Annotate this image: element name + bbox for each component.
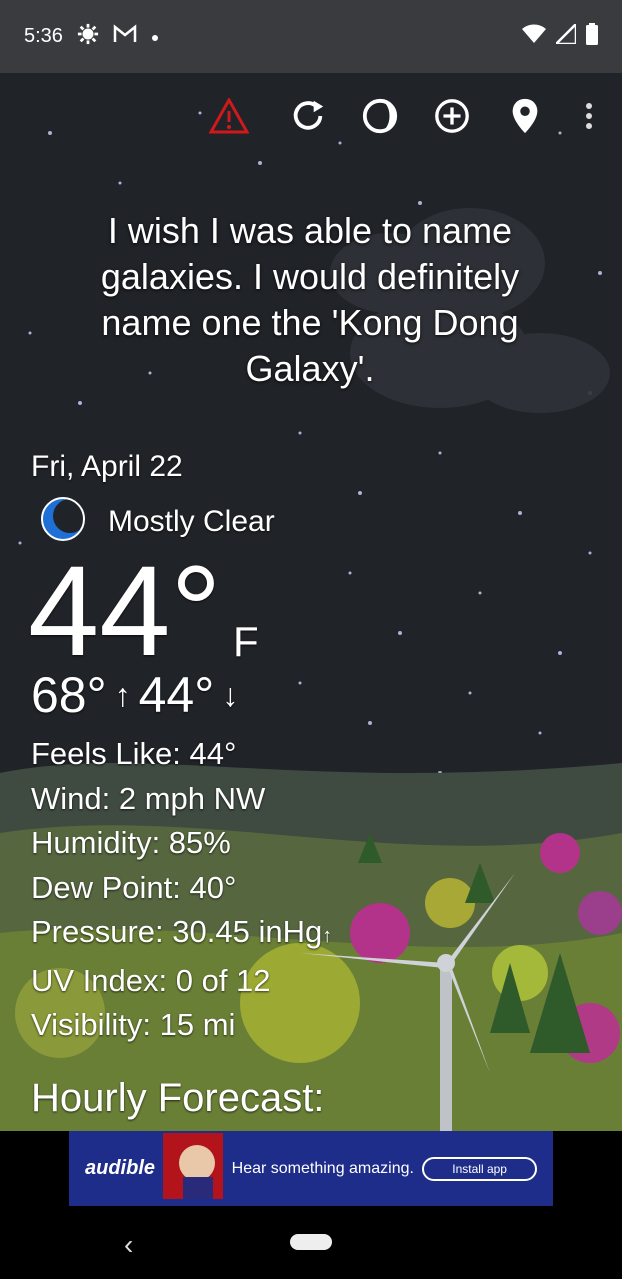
- signal-icon: [552, 20, 578, 49]
- arrow-up-icon: ↑: [114, 676, 131, 713]
- gmail-icon: [113, 23, 137, 50]
- location-pin-icon[interactable]: [501, 92, 549, 140]
- warning-icon[interactable]: [205, 92, 253, 140]
- wind: Wind: 2 mph NW: [31, 780, 266, 816]
- humidity: Humidity: 85%: [31, 825, 231, 860]
- temperature-unit: F: [233, 618, 259, 665]
- more-vert-icon[interactable]: [565, 92, 613, 140]
- back-button[interactable]: ‹: [124, 1229, 133, 1261]
- feels-like: Feels Like: 44°: [31, 736, 237, 771]
- visibility: Visibility: 15 mi: [31, 1007, 236, 1042]
- install-app-button[interactable]: Install app: [422, 1156, 537, 1181]
- status-bar: 5:36: [0, 0, 622, 73]
- status-left: 5:36: [24, 23, 159, 51]
- arrow-down-icon: ↓: [222, 676, 239, 713]
- pressure-row: Pressure: 30.45 inHg↑: [31, 910, 332, 959]
- home-button[interactable]: [290, 1234, 332, 1250]
- ad-brand: audible: [85, 1157, 156, 1179]
- status-time: 5:36: [24, 25, 63, 47]
- hourly-forecast-title: Hourly Forecast:: [31, 1076, 325, 1120]
- ad-content[interactable]: audible Hear something amazing. Install …: [69, 1131, 553, 1206]
- navigation-bar: ‹: [0, 1209, 622, 1279]
- settings-icon: [77, 23, 99, 51]
- quote-text: I wish I was able to name galaxies. I wo…: [100, 210, 520, 389]
- forecast-date: Fri, April 22: [31, 450, 183, 483]
- low-temp: 44°: [138, 667, 215, 723]
- dew-point: Dew Point: 40°: [31, 869, 237, 905]
- weather-details: Feels Like: 44° Wind: 2 mph NW Humidity:…: [31, 732, 332, 1048]
- uv-index: UV Index: 0 of 12: [31, 962, 271, 998]
- book-cover-icon: [163, 1133, 224, 1204]
- battery-icon: [586, 23, 598, 50]
- pressure: Pressure: 30.45 inHg: [31, 914, 323, 949]
- theme-icon[interactable]: [356, 92, 404, 140]
- add-location-icon[interactable]: [428, 92, 476, 140]
- toolbar: [0, 92, 622, 142]
- condition-text: Mostly Clear: [108, 504, 275, 538]
- wifi-icon: [522, 24, 546, 49]
- refresh-icon[interactable]: [284, 92, 332, 140]
- pressure-trend-up-icon: ↑: [322, 925, 333, 947]
- current-temperature: 44°: [28, 540, 222, 683]
- ad-text: Hear something amazing.: [231, 1159, 414, 1177]
- high-low-temps: 68° ↑ 44° ↓: [31, 666, 238, 724]
- notification-dot-icon: [151, 25, 159, 48]
- high-temp: 68°: [31, 667, 107, 723]
- ad-banner[interactable]: audible Hear something amazing. Install …: [0, 1131, 622, 1209]
- status-right: [522, 20, 598, 50]
